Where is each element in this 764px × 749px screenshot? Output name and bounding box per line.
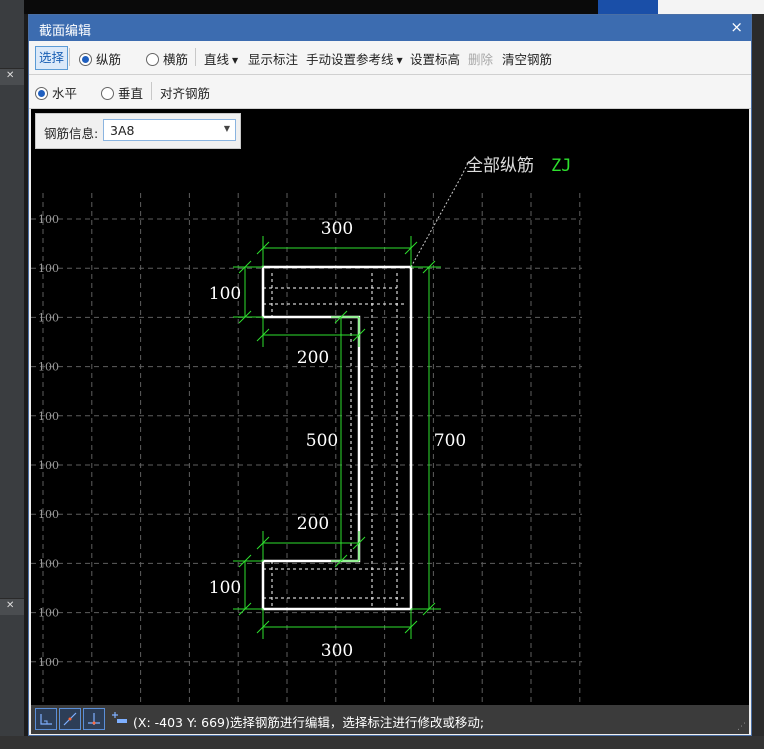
dim-top-width[interactable]: 300 <box>321 219 353 239</box>
rebar-info-select[interactable]: 3A8 ▼ <box>103 119 236 141</box>
dim-total-height[interactable]: 700 <box>434 431 466 451</box>
grid-label: 100 <box>38 262 59 275</box>
radio-unchecked-icon <box>101 87 114 100</box>
line-label: 直线 <box>204 52 230 67</box>
app-right-edge <box>752 14 764 749</box>
vertical-radio[interactable]: 垂直 <box>101 83 143 102</box>
grid-label: 100 <box>38 459 59 472</box>
radio-checked-icon <box>35 87 48 100</box>
chevron-down-icon: ▼ <box>232 56 239 65</box>
dialog-title: 截面编辑 <box>39 24 92 39</box>
panel-header: ✕ <box>0 68 24 85</box>
horizontal-radio[interactable]: 水平 <box>35 83 77 102</box>
line-dropdown[interactable]: 直线 ▼ <box>204 49 238 68</box>
chevron-down-icon: ▼ <box>396 56 403 65</box>
radio-unchecked-icon <box>146 53 159 66</box>
status-bar: (X: -403 Y: 669)选择钢筋进行编辑，选择标注进行修改或移动; ⋰ <box>31 705 749 734</box>
add-ref-icon[interactable] <box>109 708 131 730</box>
close-icon[interactable]: ✕ <box>6 70 14 81</box>
dim-top-lip[interactable]: 200 <box>297 348 329 368</box>
manual-ref-line-dropdown[interactable]: 手动设置参考线 ▼ <box>306 49 403 68</box>
panel-header: ✕ <box>0 598 24 615</box>
close-icon[interactable]: ✕ <box>6 600 14 611</box>
align-rebar-button[interactable]: 对齐钢筋 <box>160 83 210 102</box>
dialog-titlebar[interactable]: 截面编辑 × <box>29 15 751 41</box>
chevron-down-icon: ▼ <box>223 124 230 133</box>
dim-bottom-width[interactable]: 300 <box>321 641 353 661</box>
rebar-info-panel: 钢筋信息: 3A8 ▼ <box>35 113 241 149</box>
leader-line <box>410 160 470 268</box>
grid-label: 100 <box>38 361 59 374</box>
toolbar-main: 选择 纵筋 横筋 直线 ▼ 显示标注 手动设置参考线 ▼ 设置标高 删除 清空钢筋 <box>29 41 751 75</box>
dim-bottom-flange[interactable]: 100 <box>209 578 241 598</box>
polar-icon[interactable] <box>59 708 81 730</box>
section-drawing[interactable]: 100 100 100 100 100 100 100 100 100 100 300 100 2… <box>31 109 749 705</box>
toolbar-separator <box>195 48 196 66</box>
grid-label: 100 <box>38 557 59 570</box>
toolbar-separator <box>69 48 70 66</box>
toolbar-orientation: 水平 垂直 对齐钢筋 <box>29 75 751 109</box>
transverse-radio[interactable]: 横筋 <box>146 49 188 68</box>
show-annotation-button[interactable]: 显示标注 <box>248 49 298 68</box>
snap-icon[interactable] <box>83 708 105 730</box>
dimension-labels: 300 100 200 500 700 200 100 300 <box>209 219 466 661</box>
dim-top-flange[interactable]: 100 <box>209 284 241 304</box>
ortho-icon[interactable] <box>35 708 57 730</box>
longitudinal-label: 纵筋 <box>96 52 122 67</box>
dim-web[interactable]: 500 <box>306 431 338 451</box>
set-elevation-button[interactable]: 设置标高 <box>410 49 460 68</box>
resize-grip-icon[interactable]: ⋰ <box>737 722 746 732</box>
transverse-label: 横筋 <box>163 52 189 67</box>
select-button[interactable]: 选择 <box>35 46 69 70</box>
app-left-panel: ✕ ✕ <box>0 0 24 749</box>
grid-labels: 100 100 100 100 100 100 100 100 100 100 <box>38 213 59 669</box>
vertical-label: 垂直 <box>118 86 144 101</box>
grid-label: 100 <box>38 311 59 324</box>
grid-label: 100 <box>38 410 59 423</box>
leader-text[interactable]: 全部纵筋 <box>466 156 534 176</box>
rebar-info-value: 3A8 <box>110 123 135 138</box>
app-background-accent <box>598 0 658 14</box>
longitudinal-radio[interactable]: 纵筋 <box>79 49 121 68</box>
manual-ref-line-label: 手动设置参考线 <box>306 52 394 67</box>
drawing-canvas[interactable]: 100 100 100 100 100 100 100 100 100 100 <box>31 109 749 705</box>
horizontal-label: 水平 <box>52 86 78 101</box>
clear-rebar-button[interactable]: 清空钢筋 <box>502 49 552 68</box>
status-text: (X: -403 Y: 669)选择钢筋进行编辑，选择标注进行修改或移动; <box>133 715 485 730</box>
grid-label: 100 <box>38 508 59 521</box>
grid-label: 100 <box>38 213 59 226</box>
rebar-info-label: 钢筋信息: <box>44 126 99 141</box>
section-edit-dialog: 截面编辑 × 选择 纵筋 横筋 直线 ▼ 显示标注 手动设置参考线 ▼ 设置标高 删… <box>28 14 752 736</box>
radio-checked-icon <box>79 53 92 66</box>
toolbar-separator <box>151 82 152 100</box>
dim-bottom-lip[interactable]: 200 <box>297 514 329 534</box>
app-bottom-bar <box>0 736 764 749</box>
grid-label: 100 <box>38 607 59 620</box>
leader-code[interactable]: ZJ <box>551 156 571 176</box>
delete-button[interactable]: 删除 <box>468 49 493 68</box>
grid-label: 100 <box>38 656 59 669</box>
close-button[interactable]: × <box>730 18 743 36</box>
